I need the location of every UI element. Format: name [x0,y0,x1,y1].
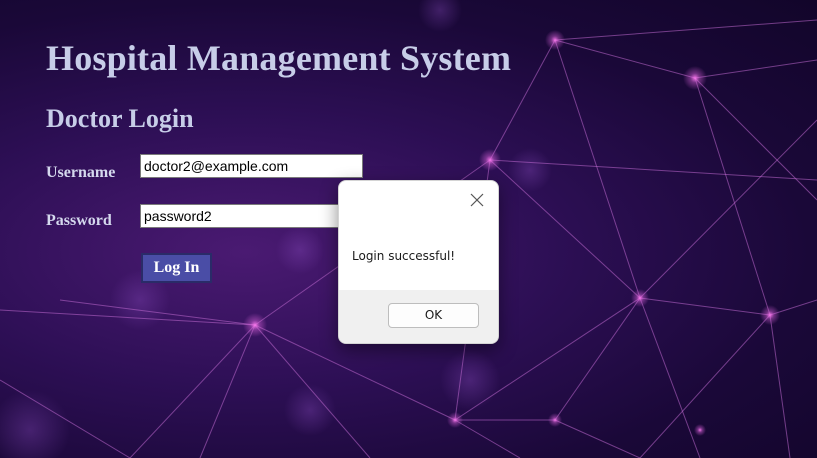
page-title: Doctor Login [46,104,194,133]
password-label: Password [46,212,112,229]
dialog-footer: OK [339,290,498,343]
username-field[interactable] [140,154,363,178]
username-label: Username [46,164,116,181]
dialog-message: Login successful! [352,249,456,263]
login-window: Hospital Management System Doctor Login … [0,0,817,458]
message-dialog: Login successful! OK [338,180,499,344]
close-icon[interactable] [466,189,488,211]
ok-button[interactable]: OK [388,303,479,328]
password-field[interactable] [140,204,363,228]
app-title: Hospital Management System [46,38,512,78]
login-button[interactable]: Log In [141,253,212,283]
